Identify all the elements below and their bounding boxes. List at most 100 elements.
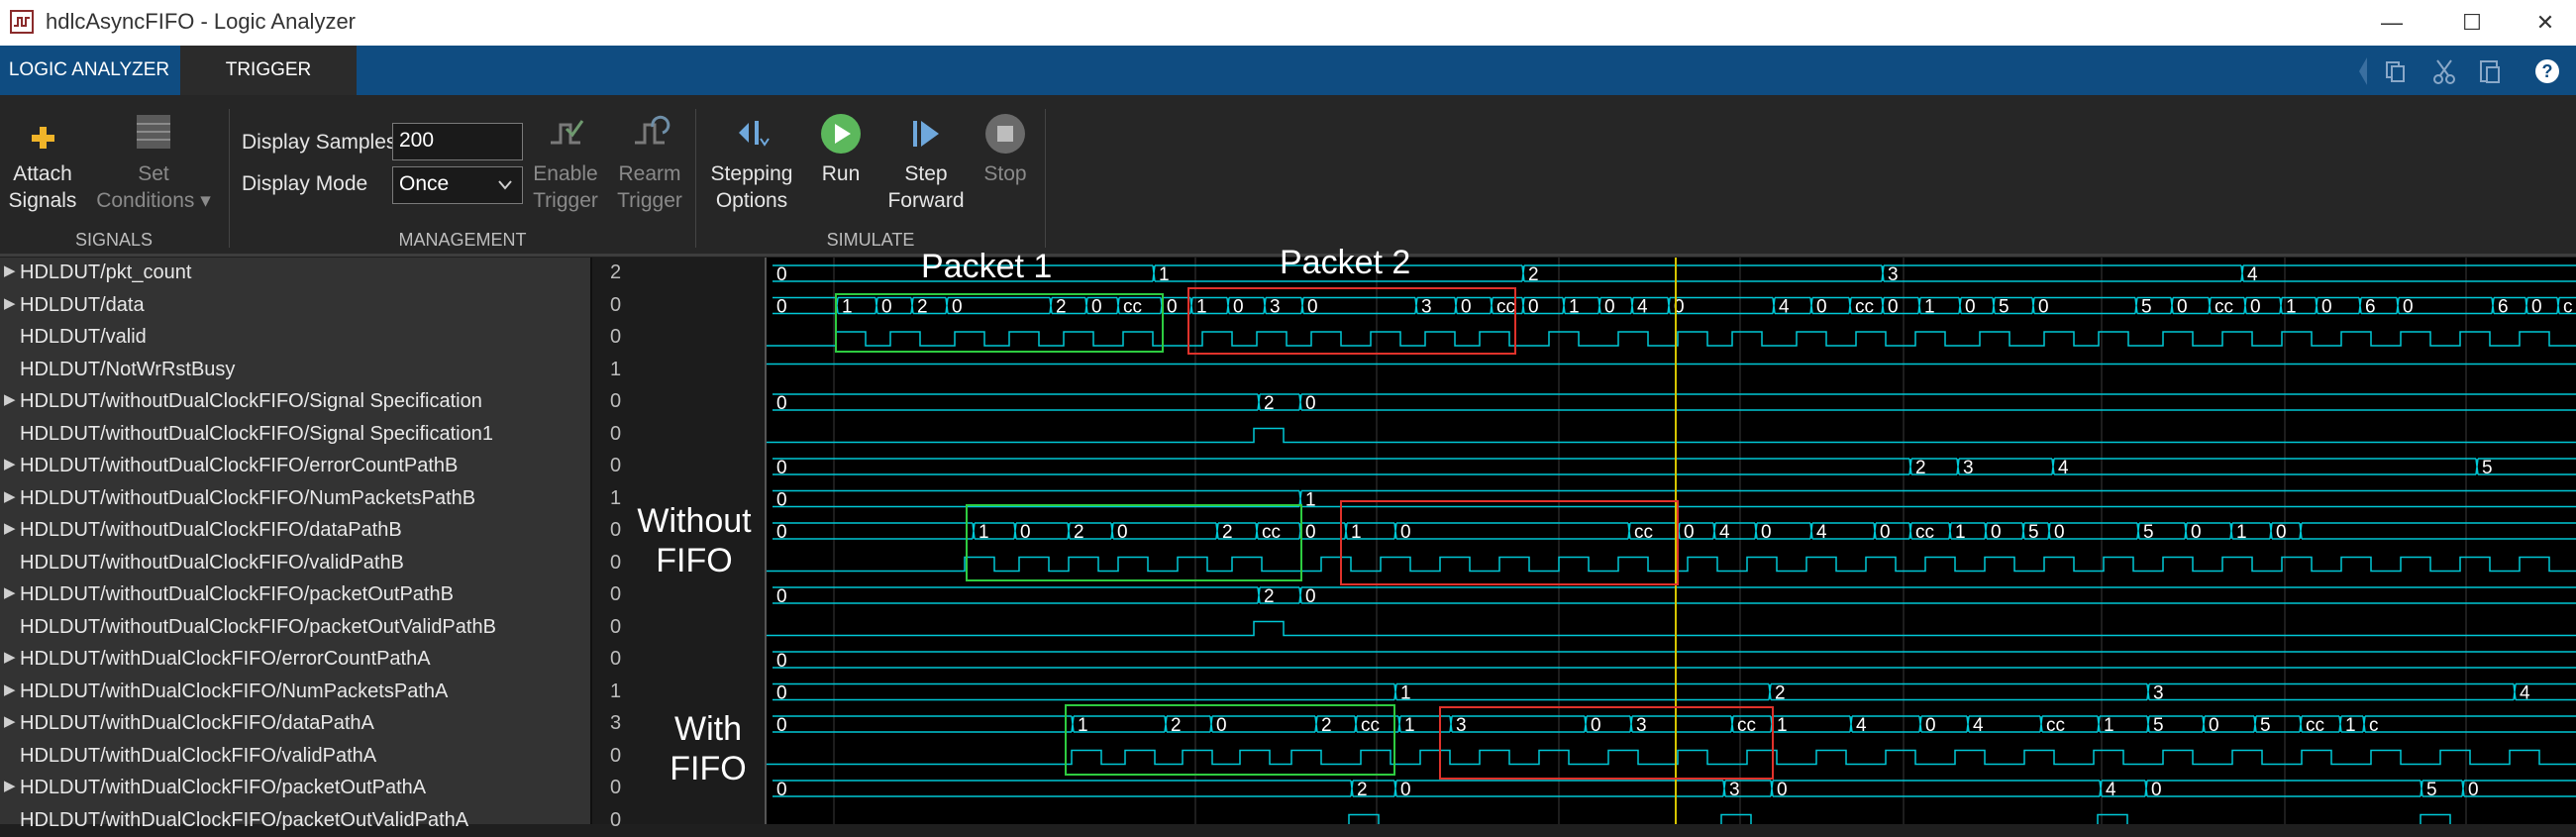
- help-icon[interactable]: ?: [2535, 59, 2559, 83]
- waveform-canvas[interactable]: 0 1 2 3 40 1 0 2 0 2 0 cc 0 1 0 3 0 3 0 cc 0 1 0 4 0 4 0 cc 0 1 0 5 0 5 0 c…: [767, 258, 2576, 830]
- bus-value-label: 1: [1569, 297, 1580, 318]
- rearm-trigger-icon: [635, 115, 670, 145]
- signal-row[interactable]: ▶ HDLDUT/withoutDualClockFIFO/errorCountP…: [0, 451, 590, 482]
- close-icon[interactable]: ✕: [2516, 4, 2575, 42]
- bus-value-label: 1: [1159, 264, 1170, 285]
- maximize-icon[interactable]: ☐: [2442, 4, 2502, 42]
- bus-value-label: 1: [1404, 715, 1415, 736]
- stop-button[interactable]: Stop: [975, 113, 1036, 187]
- quick-access-toolbar: ?: [2359, 57, 2559, 85]
- stepping-options-label1: Stepping: [710, 162, 793, 185]
- expand-arrow-icon[interactable]: ▶: [4, 262, 16, 279]
- signal-row[interactable]: ▶ HDLDUT/withoutDualClockFIFO/packetOutPa…: [0, 579, 590, 611]
- stop-icon: [985, 114, 1025, 154]
- bus-trace: [773, 780, 2576, 797]
- bus-value-label: 1: [1196, 297, 1207, 318]
- expand-arrow-icon[interactable]: ▶: [4, 294, 16, 312]
- copy-icon[interactable]: [2386, 61, 2405, 82]
- signal-value: 0: [610, 583, 622, 605]
- signal-row[interactable]: HDLDUT/withoutDualClockFIFO/Signal Speci…: [0, 419, 590, 451]
- bus-value-label: 0: [1991, 522, 2002, 543]
- bus-value-label: 0: [2177, 297, 2188, 318]
- tab-trigger[interactable]: TRIGGER: [180, 46, 357, 95]
- bus-value-label: cc: [1915, 522, 1934, 543]
- expand-arrow-icon[interactable]: ▶: [4, 680, 16, 698]
- bus-value-label: 1: [2104, 715, 2114, 736]
- signal-row[interactable]: ▶ HDLDUT/withoutDualClockFIFO/NumPacketsP…: [0, 483, 590, 515]
- bus-value-label: 1: [2236, 522, 2247, 543]
- bus-value-label: 0: [776, 651, 787, 672]
- bus-value-label: 0: [1528, 297, 1539, 318]
- bus-value-label: cc: [1634, 522, 1653, 543]
- rearm-trigger-button[interactable]: Rearm Trigger: [610, 113, 689, 214]
- run-button[interactable]: Run: [806, 113, 876, 187]
- paste-icon[interactable]: [2480, 60, 2500, 83]
- bus-value-label: 0: [1305, 522, 1316, 543]
- bus-trace: [773, 682, 2576, 701]
- bus-value-label: 2: [1056, 297, 1067, 318]
- tab-logic-analyzer[interactable]: LOGIC ANALYZER: [0, 46, 178, 95]
- bus-trace: [773, 586, 2576, 604]
- signal-row[interactable]: HDLDUT/withoutDualClockFIFO/packetOutVal…: [0, 612, 590, 644]
- bus-trace: [773, 393, 2576, 411]
- set-conditions-button[interactable]: Set Conditions ▾: [89, 113, 218, 214]
- expand-arrow-icon[interactable]: ▶: [4, 487, 16, 505]
- waveform-panel[interactable]: 0 1 2 3 4 0 1 0 2 0 2 0 cc 0 1 0 3 0 3 0 cc 0 1 0 4 0 4 0 cc 0 1 0 5 0 5 0 c…: [765, 258, 2576, 830]
- rearm-trigger-label2: Trigger: [617, 189, 682, 212]
- minimize-icon[interactable]: —: [2362, 4, 2421, 42]
- signal-row[interactable]: ▶ HDLDUT/withDualClockFIFO/packetOutPathA: [0, 773, 590, 804]
- bus-value-label: 5: [2260, 715, 2271, 736]
- step-forward-button[interactable]: Step Forward: [885, 113, 967, 214]
- step-forward-icon: [913, 121, 939, 147]
- signal-name: HDLDUT/NotWrRstBusy: [20, 358, 236, 380]
- signal-name: HDLDUT/valid: [20, 326, 147, 348]
- signal-row[interactable]: ▶ HDLDUT/pkt_count: [0, 258, 590, 289]
- expand-arrow-icon[interactable]: ▶: [4, 648, 16, 666]
- bus-value-label: 4: [2106, 780, 2116, 800]
- bus-value-label: cc: [2046, 715, 2065, 736]
- bus-value-label: 0: [1965, 297, 1976, 318]
- enable-trigger-label1: Enable: [533, 162, 598, 185]
- signal-row[interactable]: HDLDUT/NotWrRstBusy: [0, 355, 590, 386]
- signal-row[interactable]: ▶ HDLDUT/withoutDualClockFIFO/Signal Spec…: [0, 386, 590, 418]
- signal-row[interactable]: HDLDUT/withDualClockFIFO/validPathA: [0, 741, 590, 773]
- expand-arrow-icon[interactable]: ▶: [4, 455, 16, 472]
- signal-row[interactable]: ▶ HDLDUT/withDualClockFIFO/NumPacketsPath…: [0, 677, 590, 708]
- cut-icon[interactable]: [2433, 59, 2455, 84]
- stepping-options-button[interactable]: Stepping Options: [705, 113, 798, 214]
- bus-value-label: 0: [776, 297, 787, 318]
- display-mode-select[interactable]: Once: [392, 166, 523, 204]
- bus-value-label: 1: [1924, 297, 1935, 318]
- without-fifo-line1: Without: [637, 502, 752, 540]
- bus-value-label: 0: [1167, 297, 1178, 318]
- signal-row[interactable]: ▶ HDLDUT/withDualClockFIFO/dataPathA: [0, 708, 590, 740]
- signal-value: 0: [610, 422, 622, 445]
- bus-value-label: 0: [1307, 297, 1318, 318]
- attach-signals-button[interactable]: Attach Signals: [6, 113, 79, 214]
- bus-value-label: cc: [1123, 297, 1142, 318]
- bus-value-label: 5: [1999, 297, 2009, 318]
- expand-arrow-icon[interactable]: ▶: [4, 712, 16, 730]
- signal-value: 0: [610, 551, 622, 574]
- enable-trigger-button[interactable]: Enable Trigger: [529, 113, 602, 214]
- bus-value-label: 1: [1777, 715, 1788, 736]
- expand-arrow-icon[interactable]: ▶: [4, 777, 16, 794]
- expand-arrow-icon[interactable]: ▶: [4, 519, 16, 537]
- signal-row[interactable]: HDLDUT/withoutDualClockFIFO/validPathB: [0, 548, 590, 579]
- signal-row[interactable]: HDLDUT/withDualClockFIFO/packetOutValidP…: [0, 805, 590, 837]
- bus-value-label: 3: [1421, 297, 1432, 318]
- signal-value: 0: [610, 648, 622, 670]
- signal-row[interactable]: ▶ HDLDUT/withoutDualClockFIFO/dataPathB: [0, 515, 590, 547]
- expand-arrow-icon[interactable]: ▶: [4, 583, 16, 601]
- display-samples-input[interactable]: 200: [392, 123, 523, 160]
- management-section-label: MANAGEMENT: [398, 230, 527, 250]
- signal-row[interactable]: ▶ HDLDUT/withDualClockFIFO/errorCountPath…: [0, 644, 590, 676]
- expand-arrow-icon[interactable]: ▶: [4, 390, 16, 408]
- signal-name: HDLDUT/withoutDualClockFIFO/errorCountPa…: [20, 455, 459, 476]
- signal-row[interactable]: HDLDUT/valid: [0, 322, 590, 354]
- bus-value-label: 0: [1684, 522, 1695, 543]
- signal-row[interactable]: ▶ HDLDUT/data: [0, 290, 590, 322]
- bus-value-label: 0: [776, 522, 787, 543]
- bus-value-label: 1: [1955, 522, 1966, 543]
- attach-signals-label1: Attach: [13, 162, 72, 185]
